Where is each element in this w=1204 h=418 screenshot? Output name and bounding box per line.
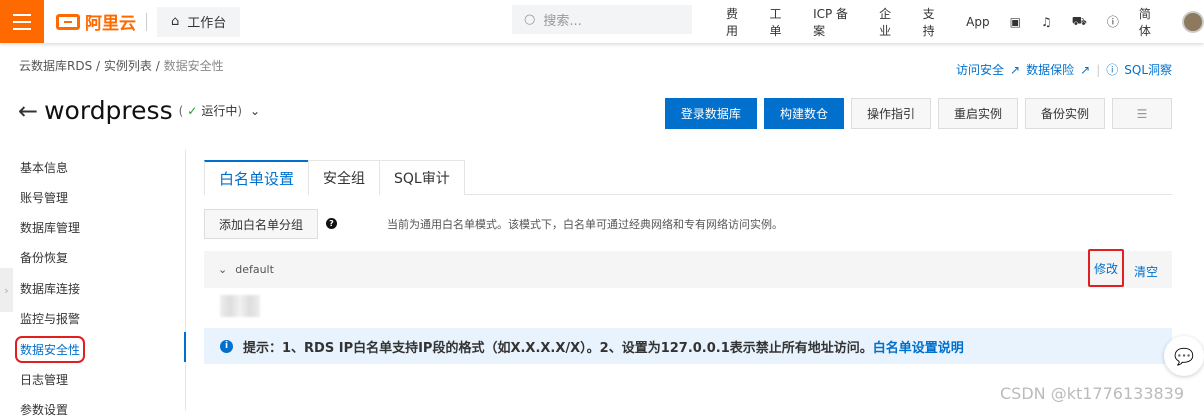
menu-button[interactable] bbox=[0, 0, 44, 43]
workbench-button[interactable]: ⌂ 工作台 bbox=[157, 6, 241, 37]
data-protect-link[interactable]: 数据保险 bbox=[1026, 61, 1074, 78]
guide-button[interactable]: 操作指引 bbox=[850, 98, 931, 129]
terminal-icon[interactable]: ▣ bbox=[1010, 15, 1021, 29]
build-warehouse-button[interactable]: 构建数仓 bbox=[763, 98, 844, 129]
chevron-down-icon[interactable]: ⌄ bbox=[250, 104, 260, 118]
nav-fees[interactable]: 费用 bbox=[726, 5, 750, 39]
tip-banner: i 提示：1、RDS IP白名单支持IP段的格式（如X.X.X.X/X）。2、设… bbox=[204, 328, 1172, 364]
check-icon: ✓ bbox=[187, 103, 198, 118]
nav-app[interactable]: App bbox=[966, 15, 989, 29]
restart-button[interactable]: 重启实例 bbox=[937, 98, 1018, 129]
chevron-down-icon[interactable]: ⌄ bbox=[218, 263, 227, 276]
breadcrumb: 云数据库RDS / 实例列表 / 数据安全性 bbox=[19, 59, 224, 73]
logo[interactable]: 阿里云 bbox=[56, 9, 136, 34]
sidebar: 基本信息 账号管理 数据库管理 备份恢复 数据库连接 监控与报警 数据安全性 日… bbox=[0, 150, 186, 417]
language-switch[interactable]: 简体 bbox=[1139, 5, 1163, 39]
sidebar-item-security[interactable]: 数据安全性 bbox=[14, 336, 86, 363]
help-circle-icon: ⓘ bbox=[1106, 63, 1119, 77]
whitelist-group-row[interactable]: ⌄ default bbox=[204, 251, 1172, 288]
access-security-link[interactable]: 访问安全 bbox=[956, 61, 1004, 78]
active-indicator bbox=[184, 332, 186, 362]
backup-button[interactable]: 备份实例 bbox=[1024, 98, 1105, 129]
tab-whitelist[interactable]: 白名单设置 bbox=[204, 160, 310, 195]
breadcrumb-rds[interactable]: 云数据库RDS bbox=[19, 59, 92, 73]
divider bbox=[146, 12, 147, 31]
search-icon: ○ bbox=[524, 12, 536, 27]
external-link-icon: ↗ bbox=[1080, 62, 1091, 77]
logo-text: 阿里云 bbox=[85, 14, 136, 34]
bell-icon[interactable]: ♫ bbox=[1041, 15, 1052, 29]
instance-name: wordpress bbox=[44, 96, 173, 125]
sidebar-item-basic[interactable]: 基本信息 bbox=[20, 159, 68, 176]
clear-button[interactable]: 清空 bbox=[1134, 263, 1158, 280]
sidebar-item-accounts[interactable]: 账号管理 bbox=[20, 189, 68, 206]
chat-icon[interactable]: 💬 bbox=[1164, 336, 1204, 376]
sidebar-item-logs[interactable]: 日志管理 bbox=[20, 371, 68, 388]
sidebar-item-monitoring[interactable]: 监控与报警 bbox=[20, 310, 80, 327]
tab-security-group[interactable]: 安全组 bbox=[308, 160, 381, 195]
help-icon[interactable]: ⓘ bbox=[1107, 13, 1119, 30]
mode-hint: 当前为通用白名单模式。该模式下，白名单可通过经典网络和专有网络访问实例。 bbox=[387, 218, 783, 231]
action-buttons: 登录数据库 构建数仓 操作指引 重启实例 备份实例 ☰ bbox=[664, 98, 1172, 129]
top-nav: 费用 工单 ICP 备案 企业 支持 App ▣ ♫ ⛟ ⓘ 简体 bbox=[726, 0, 1204, 43]
login-db-button[interactable]: 登录数据库 bbox=[664, 98, 757, 129]
nav-tickets[interactable]: 工单 bbox=[770, 5, 794, 39]
sql-insight-link[interactable]: SQL洞察 bbox=[1124, 61, 1172, 78]
nav-support[interactable]: 支持 bbox=[923, 5, 947, 39]
group-name: default bbox=[235, 263, 274, 276]
search-input[interactable]: ○ 搜索... bbox=[512, 5, 692, 34]
add-whitelist-group-button[interactable]: 添加白名单分组 bbox=[204, 209, 319, 239]
back-arrow-icon[interactable]: ← bbox=[18, 97, 38, 125]
tabs: 白名单设置 安全组 SQL审计 bbox=[204, 160, 1172, 195]
breadcrumb-instances[interactable]: 实例列表 bbox=[104, 59, 152, 73]
external-link-icon: ↗ bbox=[1010, 62, 1021, 77]
sidebar-item-backup[interactable]: 备份恢复 bbox=[20, 249, 68, 266]
avatar[interactable] bbox=[1182, 10, 1204, 33]
watermark: CSDN @kt1776133839 bbox=[1000, 384, 1185, 403]
more-icon[interactable]: ☰ bbox=[1112, 98, 1172, 129]
breadcrumb-current: 数据安全性 bbox=[163, 59, 224, 73]
edit-button[interactable]: 修改 bbox=[1088, 249, 1124, 287]
workbench-label: 工作台 bbox=[187, 16, 227, 31]
header-links: 访问安全 ↗ 数据保险 ↗ | ⓘ SQL洞察 bbox=[956, 61, 1172, 78]
page-title: ← wordpress (✓ 运行中) ⌄ bbox=[18, 96, 261, 125]
nav-enterprise[interactable]: 企业 bbox=[879, 5, 903, 39]
sidebar-item-databases[interactable]: 数据库管理 bbox=[20, 219, 80, 236]
info-icon: i bbox=[220, 339, 233, 353]
divider: | bbox=[1096, 62, 1101, 77]
search-placeholder: 搜索... bbox=[543, 14, 582, 29]
tab-sql-audit[interactable]: SQL审计 bbox=[379, 160, 465, 195]
sidebar-item-connection[interactable]: 数据库连接 bbox=[20, 280, 80, 297]
nav-icp[interactable]: ICP 备案 bbox=[813, 5, 859, 39]
cart-icon[interactable]: ⛟ bbox=[1072, 14, 1087, 30]
tip-text: 提示：1、RDS IP白名单支持IP段的格式（如X.X.X.X/X）。2、设置为… bbox=[243, 340, 873, 356]
question-icon[interactable]: ? bbox=[326, 218, 337, 229]
whitelist-help-link[interactable]: 白名单设置说明 bbox=[873, 341, 964, 356]
status-badge: 运行中 bbox=[201, 104, 238, 118]
sidebar-toggle[interactable]: › bbox=[0, 268, 13, 312]
redacted-ip bbox=[220, 295, 260, 317]
home-icon: ⌂ bbox=[171, 14, 180, 29]
